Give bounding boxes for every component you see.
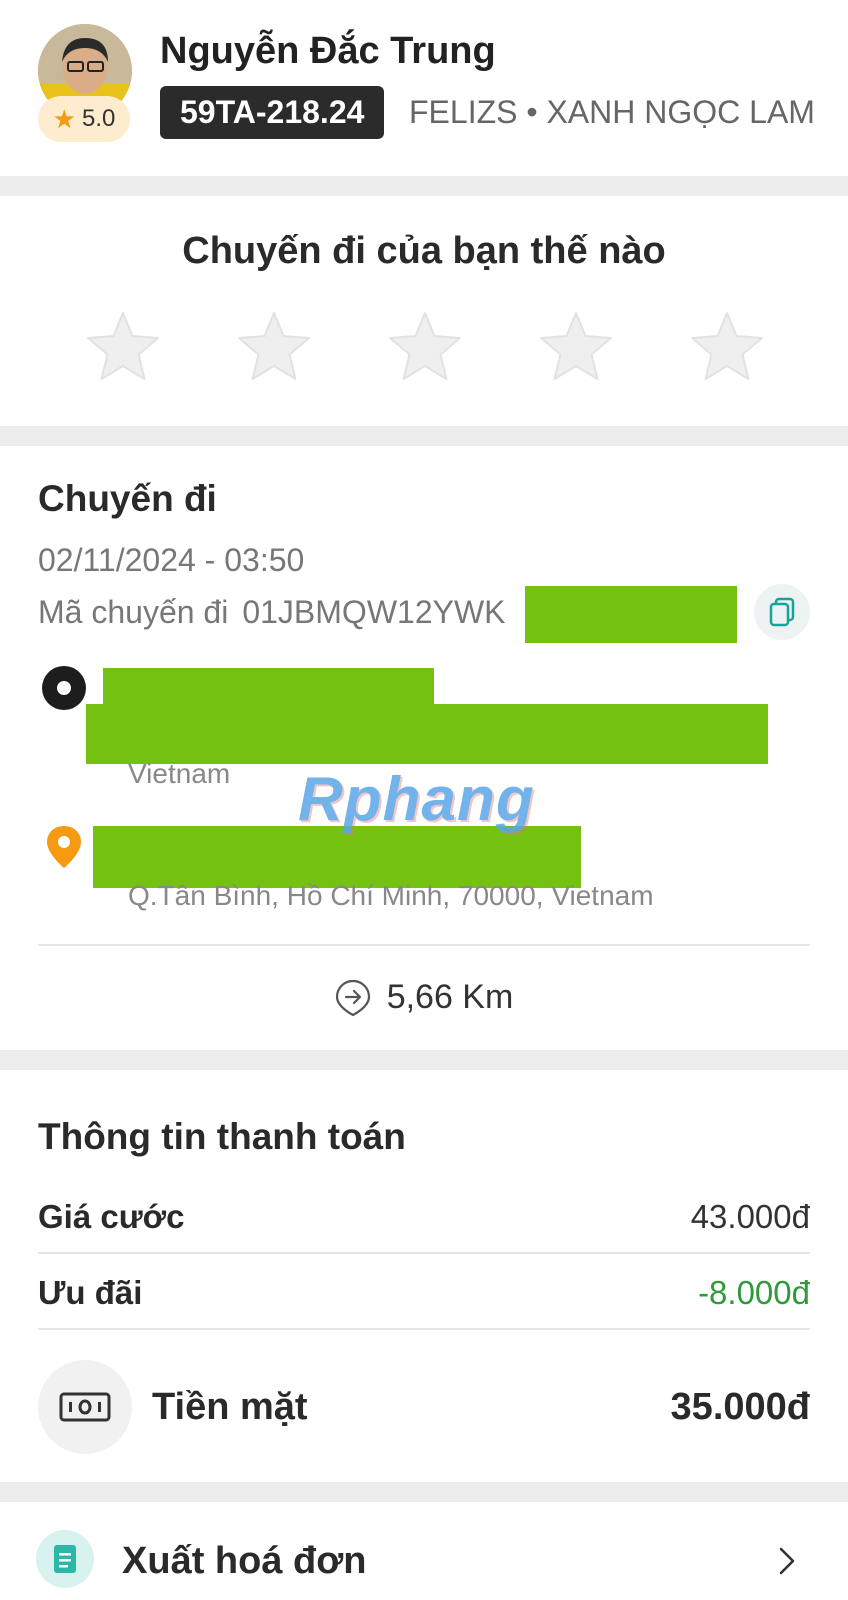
trip-code-label: Mã chuyến đi: [38, 594, 229, 630]
rating-star-1[interactable]: [84, 310, 162, 382]
driver-rating-badge: ★ 5.0: [38, 96, 130, 142]
trip-datetime: 02/11/2024 - 03:50: [38, 542, 305, 578]
pickup-icon: [42, 666, 86, 710]
rating-title: Chuyến đi của bạn thế nào: [182, 230, 666, 272]
rating-star-4[interactable]: [537, 310, 615, 382]
fare-row: Giá cước 43.000đ: [38, 1198, 810, 1236]
rating-star-5[interactable]: [688, 310, 766, 382]
discount-row: Ưu đãi -8.000đ: [38, 1274, 810, 1312]
redaction-block: [93, 826, 581, 888]
payment-method: Tiền mặt: [152, 1386, 308, 1428]
copy-icon: [769, 597, 795, 627]
fare-label: Giá cước: [38, 1198, 185, 1235]
trip-code-row: Mã chuyến đi 01JBMQW12YWK: [38, 594, 506, 631]
discount-label: Ưu đãi: [38, 1274, 143, 1311]
driver-card: ★ 5.0 Nguyễn Đắc Trung 59TA-218.24 FELIZ…: [0, 0, 848, 176]
cash-icon-wrap: [38, 1360, 132, 1454]
dropoff-address-sub: Q.Tân Bình, Hồ Chí Minh, 70000, Vietnam: [128, 880, 654, 911]
rating-star-2[interactable]: [235, 310, 313, 382]
copy-button[interactable]: [754, 584, 810, 640]
distance-row: 5,66 Km: [0, 978, 848, 1017]
export-invoice-row[interactable]: Xuất hoá đơn: [0, 1502, 848, 1600]
redaction-block: [525, 586, 737, 643]
payment-title: Thông tin thanh toán: [38, 1116, 406, 1157]
pickup-address-sub: Vietnam: [128, 758, 231, 789]
divider: [38, 1328, 810, 1330]
trip-distance: 5,66 Km: [386, 978, 514, 1016]
chevron-right-icon: [779, 1547, 795, 1575]
invoice-label: Xuất hoá đơn: [122, 1540, 367, 1582]
divider: [38, 944, 810, 946]
cash-icon: [59, 1392, 111, 1422]
trip-card: Chuyến đi 02/11/2024 - 03:50 Mã chuyến đ…: [0, 446, 848, 1050]
rating-card: Chuyến đi của bạn thế nào: [0, 196, 848, 426]
star-icon: ★: [52, 104, 76, 134]
vehicle-info: FELIZS • XANH NGỌC LAM: [409, 94, 815, 130]
invoice-icon: [36, 1530, 94, 1588]
redaction-block: [86, 704, 768, 764]
payment-card: Thông tin thanh toán Giá cước 43.000đ Ưu…: [0, 1070, 848, 1482]
divider: [38, 1252, 810, 1254]
watermark: Rphang: [298, 765, 535, 834]
fare-value: 43.000đ: [690, 1198, 810, 1235]
rating-star-3[interactable]: [386, 310, 464, 382]
distance-icon: [335, 979, 370, 1016]
license-plate: 59TA-218.24: [160, 86, 385, 139]
trip-code-value: 01JBMQW12YWK: [242, 594, 506, 630]
trip-title: Chuyến đi: [38, 478, 217, 519]
driver-rating-value: 5.0: [81, 105, 116, 132]
driver-name: Nguyễn Đắc Trung: [160, 30, 496, 72]
discount-value: -8.000đ: [698, 1274, 810, 1311]
payment-total: 35.000đ: [670, 1386, 810, 1428]
dropoff-pin-icon: [47, 826, 81, 868]
